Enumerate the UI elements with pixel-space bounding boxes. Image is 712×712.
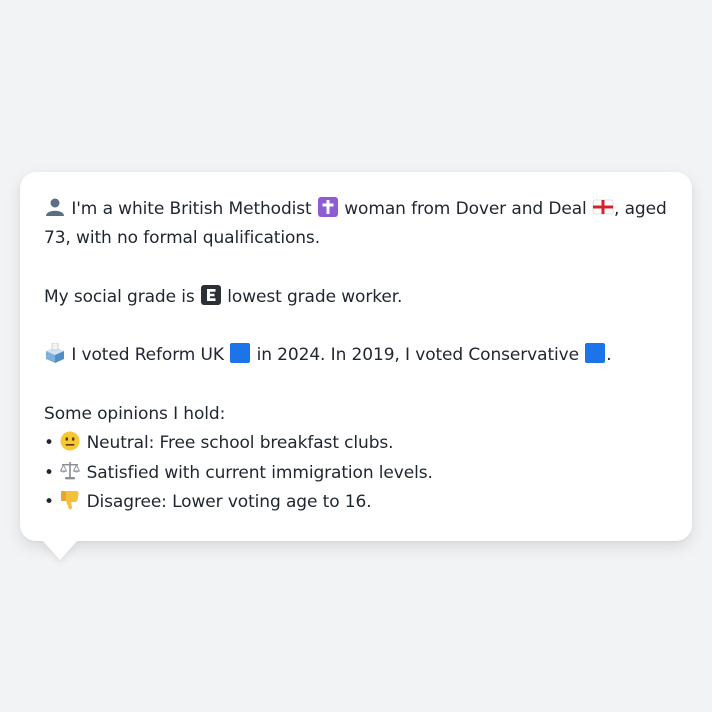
bullet: •	[44, 433, 54, 454]
bullet: •	[44, 491, 54, 512]
ballot-box-icon	[44, 343, 66, 364]
voting-text-part1: I voted Reform UK	[71, 345, 224, 366]
social-grade-text-part1: My social grade is	[44, 286, 195, 307]
identity-text-part1: I'm a white British Methodist	[71, 199, 312, 219]
voting-line: I voted Reform UK in 2024. In 2019, I vo…	[44, 341, 668, 370]
voting-text-part2: in 2024. In 2019, I voted Conservative	[256, 345, 579, 366]
opinions-heading: Some opinions I hold:	[44, 404, 226, 425]
opinion-item: • Neutral: Free school breakfast clubs.	[44, 429, 668, 458]
opinions-list: • Neutral: Free school breakfast clubs. …	[44, 429, 668, 517]
balance-scale-icon	[59, 461, 81, 481]
voting-text-part3: .	[606, 345, 612, 366]
social-grade-text-part2: lowest grade worker.	[227, 286, 403, 307]
opinion-text: Neutral: Free school breakfast clubs.	[86, 433, 394, 454]
opinion-item: • Satisfied with current immigration lev…	[44, 459, 668, 488]
person-silhouette-icon	[44, 197, 66, 217]
persona-speech-bubble: I'm a white British Methodist woman from…	[20, 172, 692, 541]
opinion-text: Satisfied with current immigration level…	[86, 462, 433, 483]
neutral-face-icon	[59, 431, 81, 451]
speech-bubble-tail	[42, 540, 78, 560]
opinion-text: Disagree: Lower voting age to 16.	[86, 491, 372, 512]
blue-square-icon-conservative	[584, 343, 606, 364]
blue-square-icon-reform	[229, 343, 251, 364]
england-flag-icon	[592, 197, 614, 217]
bullet: •	[44, 462, 54, 483]
social-grade-line: My social grade is lowest grade worker.	[44, 283, 668, 312]
opinion-item: • Disagree: Lower voting age to 16.	[44, 488, 668, 517]
letter-e-icon	[200, 284, 222, 305]
identity-line: I'm a white British Methodist woman from…	[44, 195, 668, 254]
latin-cross-icon	[317, 197, 339, 217]
persona-description: I'm a white British Methodist woman from…	[44, 195, 668, 517]
thumbs-down-icon	[59, 490, 81, 510]
identity-text-part2: woman from Dover and Deal	[344, 199, 587, 219]
